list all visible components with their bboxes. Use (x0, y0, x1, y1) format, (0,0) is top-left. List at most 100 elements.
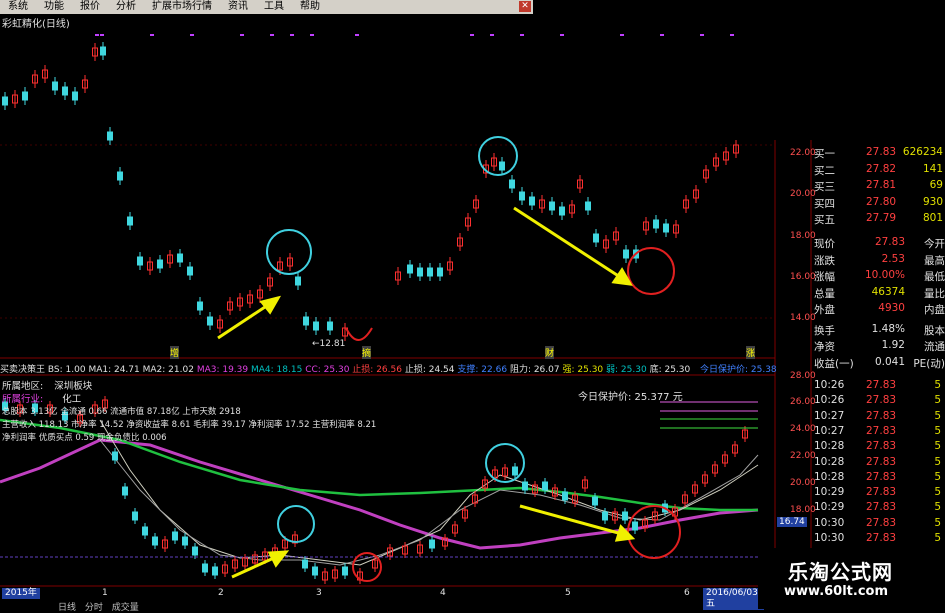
quote-stat-row: 涨幅 10.00% 最低 (814, 269, 945, 285)
quote-stat-row: 现价 27.83 今开 (814, 236, 945, 252)
industry-label: 所属行业: 化工 (2, 391, 81, 405)
quote-stat-row: 收益(一) 0.041 PE(动) (814, 356, 945, 372)
price-tick: 18.00 (790, 231, 816, 241)
tick-time: 10:27 (814, 409, 845, 422)
quote-buy-label: 买三 (814, 181, 835, 193)
indicator-zhiyingline: 止损: 24.54 (404, 365, 455, 375)
low-price-label: ←12.81 (312, 339, 346, 349)
tick-time: 10:28 (814, 440, 845, 453)
candle-body (653, 219, 659, 229)
candle-body (427, 267, 433, 277)
tick-volume: 5 (934, 470, 941, 483)
sub-price-tick: 24.00 (790, 424, 816, 434)
main-candles (2, 42, 739, 341)
quote-buy-row: 买五 27.79 801 (814, 212, 945, 228)
candle-body (542, 481, 548, 491)
tab-intraday[interactable]: 分时 (85, 603, 103, 613)
candle-body (52, 81, 58, 91)
quote-buy-label: 买一 (814, 148, 835, 160)
red-arc (345, 327, 373, 341)
quote-stat-label: 现价 (814, 238, 835, 250)
region-label: 所属地区: 深圳板块 (2, 378, 92, 392)
indicator-ma2: MA2: 21.02 (142, 365, 194, 375)
candle-body (112, 451, 118, 461)
candle-body (592, 496, 598, 506)
marker-zeng: 增 (170, 346, 180, 359)
signal-mark (470, 34, 474, 36)
signal-mark (95, 34, 99, 36)
tick-time: 10:30 (814, 532, 845, 544)
quote-buy-price: 27.82 (866, 162, 897, 175)
quote-buy-price: 27.81 (866, 179, 897, 191)
watermark-url: www.60lt.com (784, 584, 889, 599)
tick-time: 10:28 (814, 455, 845, 468)
candle-body (117, 171, 123, 181)
quote-stat-value: 2.53 (881, 252, 905, 265)
bottom-tabs: 日线 分时 成交量 (0, 600, 139, 613)
top-signal-marks (95, 34, 734, 36)
tick-volume: 5 (934, 379, 941, 391)
candle-body (62, 86, 68, 96)
tick-time: 10:27 (814, 424, 845, 437)
tick-row: 10:29 27.83 5 (814, 501, 945, 516)
quote-stat-label: 涨跌 (814, 254, 835, 267)
sub-yellow-arrow-1 (231, 550, 290, 579)
quote-stat-value: 27.83 (874, 236, 905, 248)
sub-price-tick: 20.00 (790, 478, 816, 488)
candle-body (522, 481, 528, 491)
quote-buy-volume: 69 (929, 179, 943, 191)
tick-time: 10:30 (814, 516, 845, 529)
quote-stat-value: 10.00% (864, 269, 905, 281)
candle-body (529, 196, 535, 206)
candle-body (499, 161, 505, 171)
watermark-name: 乐淘公式网 (788, 560, 893, 584)
month-label: 2 (218, 588, 224, 598)
tab-daily[interactable]: 日线 (58, 603, 76, 613)
candle-body (132, 511, 138, 521)
signal-mark (560, 34, 564, 36)
quote-stat-row: 外盘 4930 内盘 (814, 302, 945, 318)
quote-stat-row: 净资 1.92 流通 (814, 339, 945, 355)
sub-price-tick: 22.00 (790, 451, 816, 461)
tick-row: 10:29 27.83 5 (814, 486, 945, 501)
candle-body (152, 536, 158, 546)
current-value-tag: 16.74 (777, 517, 807, 527)
tab-volume[interactable]: 成交量 (112, 603, 139, 613)
candle-body (663, 223, 669, 233)
yellow-arrow-2 (513, 206, 633, 286)
quote-buy-row: 买四 27.80 930 (814, 196, 945, 212)
quote-stat-label2: PE(动) (913, 357, 945, 370)
signal-mark (310, 34, 314, 36)
tick-price: 27.83 (866, 440, 897, 453)
indicator-di: 底: 25.30 (649, 365, 691, 375)
tick-row: 10:27 27.83 5 (814, 425, 945, 440)
quote-stat-label2: 流通 (924, 341, 945, 353)
quote-stat-label2: 量比 (924, 287, 945, 300)
tick-row: 10:30 27.83 5 (814, 517, 945, 532)
price-tick: 22.00 (790, 148, 816, 158)
candle-body (127, 216, 133, 226)
candle-body (197, 301, 203, 311)
tick-row: 10:28 27.83 5 (814, 456, 945, 471)
marker-zhang: 涨 (746, 346, 756, 359)
tick-time: 10:26 (814, 394, 845, 407)
candle-body (192, 546, 198, 556)
quote-buy-price: 27.83 (866, 146, 897, 158)
quote-stat-label: 涨幅 (814, 271, 835, 283)
quote-buy-volume: 930 (922, 195, 943, 208)
signal-mark (490, 34, 494, 36)
candle-body (302, 559, 308, 569)
signal-mark (660, 34, 664, 36)
tick-price: 27.83 (866, 501, 897, 514)
candle-body (593, 233, 599, 243)
quote-stat-label2: 今开 (924, 238, 945, 250)
tick-volume: 5 (934, 532, 941, 544)
sub-price-tick: 28.00 (790, 371, 816, 381)
quote-buy-volume: 626234 (902, 146, 943, 158)
indicator-qiang: 强: 25.30 (562, 365, 604, 375)
quote-buy-price: 27.80 (866, 195, 897, 208)
tick-volume: 5 (934, 424, 941, 437)
quote-stat-row: 换手 1.48% 股本 (814, 323, 945, 339)
candle-body (602, 511, 608, 521)
candle-body (22, 91, 28, 101)
